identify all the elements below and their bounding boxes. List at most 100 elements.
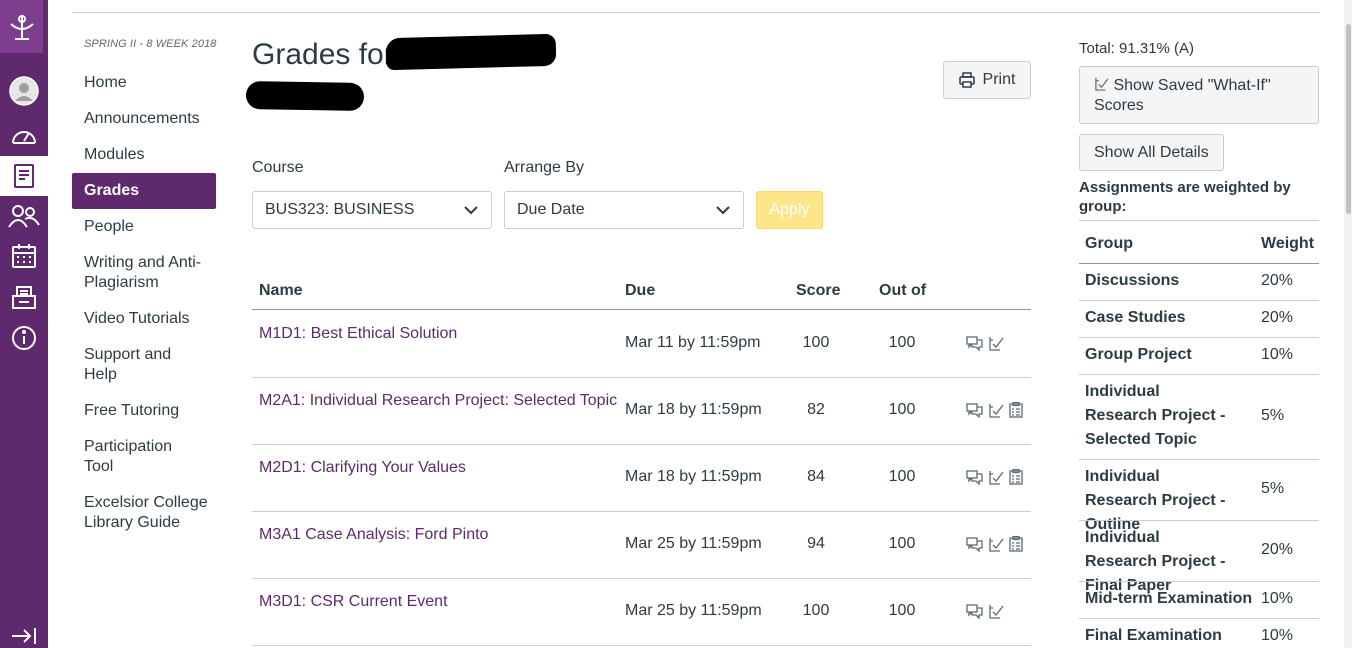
- rubric-icon[interactable]: [1009, 402, 1023, 418]
- due-date: Mar 25 by 11:59pm: [625, 602, 762, 619]
- term-label: SPRING II - 8 WEEK 2018: [84, 38, 217, 50]
- weight-group-name: Group Project: [1085, 346, 1192, 363]
- points-possible: 100: [888, 401, 916, 418]
- weights-header-divider: [1079, 263, 1319, 264]
- arrange-select-label: Arrange By: [504, 159, 585, 176]
- dashboard-icon[interactable]: [0, 115, 48, 155]
- score[interactable]: 84: [786, 468, 846, 486]
- assignment-link[interactable]: M3D1: CSR Current Event: [259, 593, 448, 611]
- total-grade: Total: 91.31% (A): [1079, 40, 1195, 57]
- assignment-link[interactable]: M1D1: Best Ethical Solution: [259, 325, 457, 343]
- weight-group-name: Case Studies: [1085, 309, 1186, 326]
- weight-group-name: Discussions: [1085, 272, 1180, 289]
- rubric-icon[interactable]: [1009, 469, 1023, 485]
- course-select[interactable]: BUS323: BUSINESS: [252, 191, 492, 229]
- weights-row-divider: [1079, 300, 1319, 301]
- weight-value: 10%: [1261, 590, 1294, 607]
- row-actions: [966, 469, 1023, 485]
- chevron-down-icon: [464, 206, 478, 215]
- course-nav-support[interactable]: Support and Help: [72, 345, 184, 385]
- due-date: Mar 18 by 11:59pm: [625, 401, 762, 418]
- course-nav-video-tutorials[interactable]: Video Tutorials: [72, 309, 216, 329]
- comment-icon[interactable]: [966, 336, 983, 351]
- weights-row-divider: [1079, 337, 1319, 338]
- row-divider: [252, 377, 1031, 378]
- assignment-link[interactable]: M3A1 Case Analysis: Ford Pinto: [259, 526, 488, 544]
- collapse-nav-icon[interactable]: [0, 616, 48, 648]
- column-header-score[interactable]: Score: [796, 282, 840, 300]
- course-nav-writing[interactable]: Writing and Anti-Plagiarism: [72, 253, 212, 293]
- comment-icon[interactable]: [966, 402, 983, 418]
- course-nav-participation[interactable]: Participation Tool: [72, 437, 184, 477]
- what-if-icon[interactable]: [988, 336, 1004, 351]
- course-nav-home[interactable]: Home: [72, 73, 216, 93]
- account-avatar-icon[interactable]: [0, 71, 48, 111]
- what-if-icon[interactable]: [988, 470, 1004, 485]
- points-possible: 100: [888, 602, 916, 619]
- column-header-name[interactable]: Name: [259, 282, 303, 300]
- what-if-icon[interactable]: [988, 403, 1004, 418]
- due-date: Mar 25 by 11:59pm: [625, 535, 762, 552]
- inbox-icon[interactable]: [0, 277, 48, 317]
- course-nav-modules[interactable]: Modules: [72, 145, 216, 165]
- groups-icon[interactable]: [0, 196, 48, 236]
- arrange-by-select[interactable]: Due Date: [504, 191, 744, 229]
- comment-icon[interactable]: [966, 536, 983, 552]
- course-nav-library-guide[interactable]: Excelsior College Library Guide: [72, 493, 212, 533]
- show-saved-what-if-label: Show Saved "What-If" Scores: [1094, 77, 1271, 114]
- rubric-icon[interactable]: [1009, 536, 1023, 552]
- print-button[interactable]: Print: [943, 61, 1031, 99]
- assignment-link[interactable]: M2D1: Clarifying Your Values: [259, 459, 466, 477]
- column-header-due[interactable]: Due: [625, 282, 655, 300]
- points-possible: 100: [888, 468, 916, 485]
- weight-value: 20%: [1261, 541, 1294, 558]
- score[interactable]: 100: [786, 602, 846, 620]
- printer-icon: [958, 72, 975, 88]
- show-all-details-button[interactable]: Show All Details: [1079, 134, 1224, 171]
- weights-top-divider: [1079, 220, 1319, 221]
- points-possible: 100: [888, 535, 916, 552]
- column-header-out-of: Out of: [879, 282, 927, 299]
- weight-group-name: Final Examination: [1085, 627, 1222, 644]
- weight-value: 10%: [1261, 346, 1294, 363]
- assignment-link[interactable]: M2A1: Individual Research Project: Selec…: [259, 392, 617, 410]
- score[interactable]: 100: [786, 334, 846, 352]
- course-nav-announcements[interactable]: Announcements: [72, 109, 216, 129]
- courses-icon[interactable]: [0, 156, 48, 196]
- row-actions: [966, 536, 1023, 552]
- row-divider: [252, 645, 1031, 646]
- arrange-select-value: Due Date: [517, 201, 585, 218]
- comment-icon[interactable]: [966, 604, 983, 619]
- course-select-label: Course: [252, 159, 304, 176]
- score[interactable]: 94: [786, 535, 846, 553]
- row-divider: [252, 444, 1031, 445]
- points-possible: 100: [888, 334, 916, 351]
- chevron-down-icon: [716, 206, 730, 215]
- course-nav-people[interactable]: People: [72, 217, 216, 237]
- comment-icon[interactable]: [966, 469, 983, 485]
- show-saved-what-if-button[interactable]: Show Saved "What-If" Scores: [1079, 66, 1319, 124]
- weights-row-divider: [1079, 459, 1319, 460]
- row-divider: [252, 511, 1031, 512]
- apply-button[interactable]: Apply: [756, 191, 823, 229]
- what-if-icon[interactable]: [988, 537, 1004, 552]
- weights-row-divider: [1079, 374, 1319, 375]
- weights-row-divider: [1079, 581, 1319, 582]
- calendar-icon[interactable]: [0, 236, 48, 276]
- what-if-icon[interactable]: [988, 604, 1004, 619]
- course-nav-free-tutoring[interactable]: Free Tutoring: [72, 401, 216, 421]
- score[interactable]: 82: [786, 401, 846, 419]
- weight-value: 10%: [1261, 627, 1294, 644]
- scrollbar-thumb[interactable]: [1346, 24, 1351, 214]
- print-label: Print: [982, 71, 1016, 88]
- help-icon[interactable]: [0, 318, 48, 358]
- weight-value: 5%: [1261, 407, 1285, 424]
- course-nav-grades[interactable]: Grades: [72, 173, 216, 209]
- redaction-mark: [385, 33, 557, 71]
- row-actions: [966, 604, 1004, 619]
- redaction-mark: [245, 80, 365, 112]
- weight-value: 20%: [1261, 309, 1294, 326]
- logo-icon[interactable]: [0, 0, 43, 53]
- weight-group-name: Mid-term Examination: [1085, 590, 1253, 607]
- weight-value: 5%: [1261, 480, 1285, 497]
